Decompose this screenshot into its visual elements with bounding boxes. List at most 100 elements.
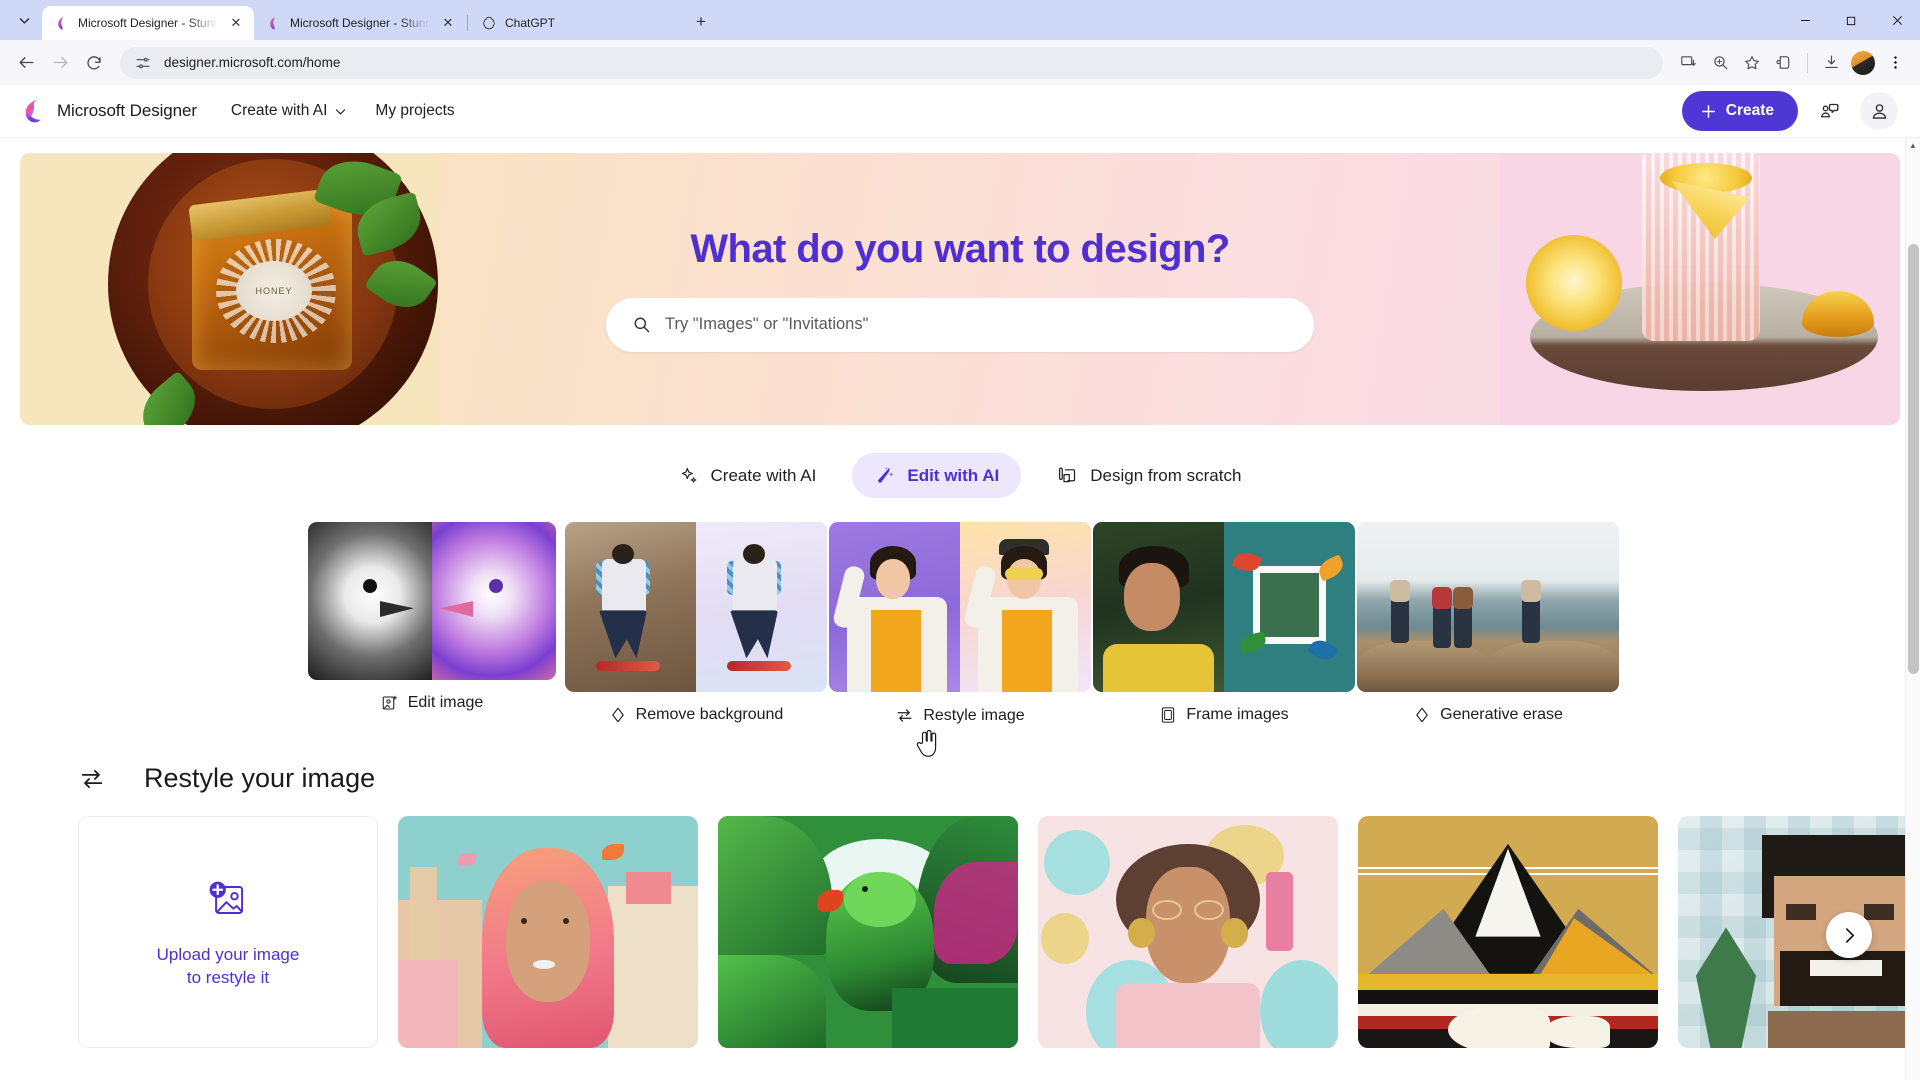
tool-label: Remove background — [635, 706, 784, 723]
tool-card-generative-erase[interactable]: Generative erase — [1357, 522, 1619, 724]
image-edit-icon — [381, 694, 399, 712]
scroll-up-arrow-icon[interactable]: ▲ — [1906, 138, 1920, 153]
browser-tab-strip: Microsoft Designer - Stunning d ✕ Micros… — [0, 0, 1920, 40]
new-tab-button[interactable]: + — [687, 8, 715, 36]
portrait-frame-before-after-thumbnail — [1093, 522, 1355, 692]
tab-divider — [467, 15, 468, 31]
account-person-icon[interactable] — [1860, 92, 1898, 130]
header-item-create-with-ai[interactable]: Create with AI — [219, 95, 360, 127]
tab-label: Design from scratch — [1090, 465, 1242, 485]
tab-create-with-ai[interactable]: Create with AI — [657, 454, 839, 498]
tab-edit-with-ai[interactable]: Edit with AI — [852, 453, 1022, 498]
browser-tab-3[interactable]: ChatGPT — [469, 6, 681, 40]
search-input[interactable] — [665, 315, 1288, 334]
tool-card-edit-image[interactable]: Edit image — [308, 522, 556, 712]
tab-close-icon[interactable]: ✕ — [438, 13, 458, 33]
gallery-item-abstract-mountain-swans[interactable] — [1358, 816, 1658, 1048]
tab-close-icon[interactable]: ✕ — [226, 13, 246, 33]
tab-label: Create with AI — [710, 465, 817, 485]
address-bar-url: designer.microsoft.com/home — [164, 55, 341, 70]
plus-icon — [1700, 103, 1717, 120]
header-right: Create — [1681, 91, 1898, 131]
window-minimize-button[interactable] — [1782, 0, 1828, 40]
browser-tab-1[interactable]: Microsoft Designer - Stunning d ✕ — [42, 6, 254, 40]
chatgpt-favicon — [481, 15, 497, 31]
profile-avatar[interactable] — [1848, 48, 1878, 78]
page-title: What do you want to design? — [690, 226, 1230, 271]
tool-label: Edit image — [407, 694, 484, 711]
diamond-icon — [1413, 706, 1431, 724]
upload-card-line1: Upload your image — [156, 945, 300, 965]
more-menu-icon[interactable] — [1880, 48, 1910, 78]
upload-image-card[interactable]: Upload your image to restyle it — [78, 816, 378, 1048]
mode-tabs: Create with AI Edit with AI Design from … — [0, 453, 1920, 498]
section-title: Restyle your image — [144, 763, 376, 793]
tool-label: Frame images — [1186, 706, 1289, 723]
canvas-pen-icon — [1057, 465, 1078, 486]
diamond-icon — [609, 706, 627, 724]
vertical-scrollbar[interactable]: ▲ ▼ — [1905, 138, 1920, 1080]
tool-card-restyle-image[interactable]: Restyle image — [829, 522, 1091, 725]
upload-card-line2: to restyle it — [186, 968, 270, 987]
gallery-item-papercraft-hijab-portrait[interactable] — [398, 816, 698, 1048]
hero-search-box[interactable] — [606, 297, 1314, 352]
hero-banner: HONEY What do you want to design? — [20, 153, 1900, 425]
site-settings-tune-icon[interactable] — [134, 54, 152, 72]
tool-label-row: Generative erase — [1413, 706, 1563, 724]
address-bar[interactable]: designer.microsoft.com/home — [120, 46, 1663, 79]
hikers-before-after-thumbnail — [1357, 522, 1619, 692]
search-icon — [632, 315, 651, 334]
page-content: HONEY What do you want to design? Try "I… — [0, 138, 1920, 1080]
tool-label-row: Remove background — [609, 706, 784, 724]
browser-tab-title: Microsoft Designer - Stunning d — [290, 16, 430, 30]
create-button[interactable]: Create — [1681, 91, 1798, 131]
scrollbar-thumb[interactable] — [1908, 244, 1919, 674]
brand-name: Microsoft Designer — [57, 101, 197, 120]
gallery-item-3d-character-portrait[interactable] — [1038, 816, 1338, 1048]
zoom-icon[interactable] — [1705, 48, 1735, 78]
window-maximize-button[interactable] — [1828, 0, 1874, 40]
swap-arrows-icon — [78, 765, 106, 793]
forward-icon[interactable] — [44, 47, 76, 79]
reload-icon[interactable] — [78, 47, 110, 79]
add-image-icon — [202, 874, 254, 926]
tool-label-row: Frame images — [1159, 706, 1289, 724]
restyle-gallery: Upload your image to restyle it — [78, 816, 1920, 1048]
browser-tab-title: ChatGPT — [505, 16, 556, 30]
lemonade-glass-photo — [1500, 153, 1900, 425]
gallery-next-chevron-right-icon[interactable] — [1826, 912, 1872, 958]
window-close-button[interactable] — [1874, 0, 1920, 40]
gallery-item-pixel-mosaic-man-portrait[interactable] — [1678, 816, 1920, 1048]
tool-card-remove-background[interactable]: Remove background — [565, 522, 827, 724]
section-header: Restyle your image — [78, 763, 1842, 794]
header-item-my-projects[interactable]: My projects — [363, 95, 466, 127]
tool-card-frame-images[interactable]: Frame images — [1093, 522, 1355, 724]
app-header: Microsoft Designer Create with AI My pro… — [0, 85, 1920, 138]
swap-arrows-icon — [895, 706, 914, 725]
browser-toolbar: designer.microsoft.com/home — [0, 40, 1920, 85]
tab-search-chevron-down-icon[interactable] — [10, 6, 38, 34]
designer-favicon — [54, 15, 70, 31]
browser-tab-2[interactable]: Microsoft Designer - Stunning d ✕ — [254, 6, 466, 40]
frame-icon — [1159, 706, 1177, 724]
tab-design-from-scratch[interactable]: Design from scratch — [1035, 453, 1263, 498]
tool-label: Restyle image — [923, 706, 1025, 724]
tab-label: Edit with AI — [907, 465, 1000, 485]
bookmark-star-icon[interactable] — [1737, 48, 1767, 78]
downloads-icon[interactable] — [1816, 48, 1846, 78]
pointer-hand-cursor — [916, 730, 937, 757]
feedback-chat-icon[interactable] — [1810, 92, 1848, 130]
brand[interactable]: Microsoft Designer — [20, 98, 197, 124]
extensions-icon[interactable] — [1769, 48, 1799, 78]
tool-label-row: Edit image — [381, 694, 484, 712]
install-app-icon[interactable] — [1673, 48, 1703, 78]
browser-tab-title: Microsoft Designer - Stunning d — [78, 16, 218, 30]
tool-label-row: Restyle image — [895, 706, 1025, 725]
honey-jar-photo: HONEY — [20, 153, 440, 425]
back-icon[interactable] — [10, 47, 42, 79]
header-nav: Create with AI My projects — [219, 95, 467, 127]
microsoft-designer-logo — [20, 98, 46, 124]
window-controls — [1782, 0, 1920, 40]
magic-wand-icon — [874, 465, 895, 486]
gallery-item-green-parrot-illustration[interactable] — [718, 816, 1018, 1048]
